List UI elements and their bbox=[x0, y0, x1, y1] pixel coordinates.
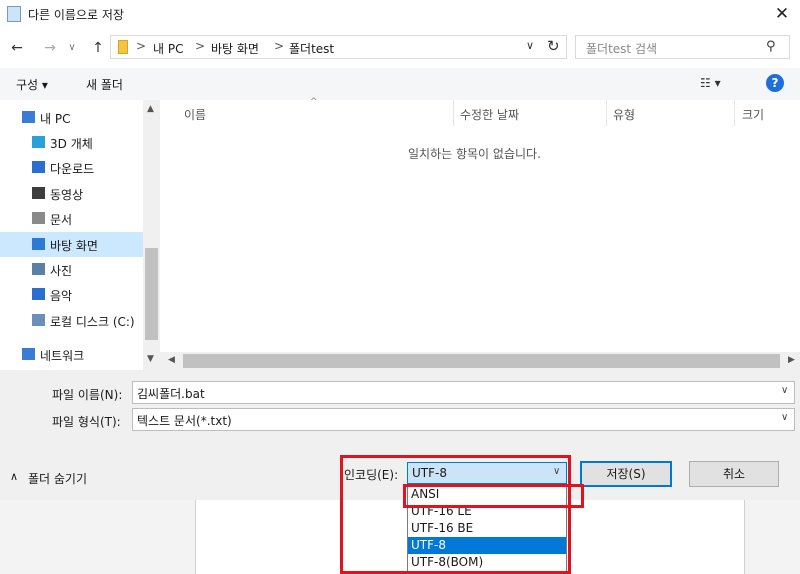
filetype-select[interactable]: 텍스트 문서(*.txt) ∨ bbox=[132, 408, 795, 431]
tree-item-label: 네트워크 bbox=[40, 349, 85, 363]
scroll-right-icon[interactable]: ▶ bbox=[788, 355, 795, 365]
background-area-right bbox=[745, 500, 800, 574]
music-icon bbox=[32, 288, 45, 300]
tree-item-label: 바탕 화면 bbox=[50, 239, 98, 253]
highlight-box-encoding bbox=[340, 455, 571, 574]
help-icon[interactable]: ? bbox=[766, 74, 784, 92]
tree-item[interactable]: 동영상 bbox=[0, 181, 143, 206]
column-divider[interactable] bbox=[606, 100, 607, 126]
new-folder-button[interactable]: 새 폴더 bbox=[86, 76, 123, 93]
scroll-left-icon[interactable]: ◀ bbox=[168, 355, 175, 365]
forward-button[interactable]: → bbox=[40, 38, 60, 58]
navigation-pane: 내 PC 3D 개체다운로드동영상문서바탕 화면사진음악로컬 디스크 (C:) 네트… bbox=[0, 100, 160, 370]
breadcrumb-separator: > bbox=[274, 39, 285, 53]
close-button[interactable]: ✕ bbox=[770, 2, 794, 26]
tree-item[interactable]: 음악 bbox=[0, 282, 143, 307]
filetype-value[interactable]: 텍스트 문서(*.txt) bbox=[137, 412, 232, 429]
back-button[interactable]: ← bbox=[7, 38, 27, 58]
view-options-button[interactable]: ☷ ▾ bbox=[700, 76, 721, 90]
tree-item[interactable]: 사진 bbox=[0, 257, 143, 282]
highlight-box-ansi bbox=[403, 484, 584, 508]
breadcrumb-separator: > bbox=[195, 39, 206, 53]
empty-message: 일치하는 항목이 없습니다. bbox=[408, 147, 541, 161]
tree-item[interactable]: 네트워크 bbox=[0, 342, 143, 367]
sort-indicator-icon: ^ bbox=[310, 97, 318, 107]
column-header-name[interactable]: 이름 bbox=[184, 106, 206, 123]
tree-item[interactable]: 내 PC bbox=[0, 105, 143, 130]
scroll-up-icon[interactable]: ▲ bbox=[147, 104, 154, 114]
tree-item[interactable]: 바탕 화면 bbox=[0, 232, 143, 257]
computer-icon bbox=[22, 111, 35, 123]
tree-item[interactable]: 로컬 디스크 (C:) bbox=[0, 308, 143, 333]
refresh-icon[interactable]: ↻ bbox=[547, 37, 560, 55]
network-icon bbox=[22, 348, 35, 360]
filename-value[interactable]: 김씨폴더.bat bbox=[137, 385, 205, 402]
address-bar[interactable]: > 내 PC > 바탕 화면 > 폴더test ∨ ↻ bbox=[110, 35, 567, 59]
tree-item-label: 문서 bbox=[50, 213, 73, 227]
breadcrumb-separator: > bbox=[136, 39, 147, 53]
tree-item[interactable]: 문서 bbox=[0, 206, 143, 231]
picture-icon bbox=[32, 263, 45, 275]
column-divider[interactable] bbox=[734, 100, 735, 126]
search-input[interactable]: 폴더test 검색 bbox=[586, 40, 657, 57]
chevron-down-icon[interactable]: ∨ bbox=[781, 385, 788, 396]
command-bar: 구성 ▾ 새 폴더 ☷ ▾ ? bbox=[0, 68, 800, 100]
column-divider[interactable] bbox=[453, 100, 454, 126]
chevron-down-icon[interactable]: ∨ bbox=[781, 412, 788, 423]
file-list: ^ 이름 수정한 날짜 유형 크기 일치하는 항목이 없습니다. bbox=[160, 97, 800, 352]
tree-item-label: 내 PC bbox=[40, 112, 71, 126]
film-icon bbox=[32, 187, 45, 199]
cancel-button[interactable]: 취소 bbox=[689, 461, 779, 487]
filename-field[interactable]: 김씨폴더.bat ∨ bbox=[132, 381, 795, 404]
breadcrumb-item[interactable]: 바탕 화면 bbox=[211, 40, 259, 57]
breadcrumb-item[interactable]: 폴더test bbox=[289, 40, 334, 57]
tree-item[interactable]: 다운로드 bbox=[0, 155, 143, 180]
tree-item-label: 다운로드 bbox=[50, 162, 95, 176]
up-button[interactable]: ↑ bbox=[88, 38, 108, 58]
window-title: 다른 이름으로 저장 bbox=[28, 8, 124, 22]
horizontal-scrollbar-thumb[interactable] bbox=[183, 354, 780, 368]
hide-folders-button[interactable]: 폴더 숨기기 bbox=[28, 470, 87, 487]
organize-button[interactable]: 구성 ▾ bbox=[16, 76, 48, 93]
scrollbar-thumb[interactable] bbox=[145, 248, 158, 340]
column-header-modified[interactable]: 수정한 날짜 bbox=[460, 106, 519, 123]
folder-icon bbox=[118, 40, 128, 54]
tree-item-label: 3D 개체 bbox=[50, 137, 93, 151]
title-bar: 다른 이름으로 저장 ✕ bbox=[0, 0, 800, 30]
drive-icon bbox=[32, 314, 45, 326]
address-dropdown-icon[interactable]: ∨ bbox=[526, 39, 534, 52]
filename-label: 파일 이름(N): bbox=[52, 388, 123, 402]
tree-item-label: 로컬 디스크 (C:) bbox=[50, 315, 135, 329]
search-box[interactable]: 폴더test 검색 ⚲ bbox=[575, 35, 790, 59]
chevron-up-icon[interactable]: ∧ bbox=[10, 470, 18, 483]
cube-icon bbox=[32, 136, 45, 148]
desktop-icon bbox=[32, 238, 45, 250]
scroll-down-icon[interactable]: ▼ bbox=[147, 354, 154, 364]
save-button[interactable]: 저장(S) bbox=[580, 461, 672, 487]
filetype-label: 파일 형식(T): bbox=[52, 415, 121, 429]
tree-item[interactable]: 3D 개체 bbox=[0, 130, 143, 155]
background-area bbox=[0, 500, 195, 574]
tree-item-label: 동영상 bbox=[50, 188, 84, 202]
download-icon bbox=[32, 161, 45, 173]
document-icon bbox=[32, 212, 45, 224]
column-header-size[interactable]: 크기 bbox=[742, 106, 764, 123]
tree-item-label: 음악 bbox=[50, 289, 73, 303]
column-header-type[interactable]: 유형 bbox=[613, 106, 635, 123]
tree-item-label: 사진 bbox=[50, 264, 73, 278]
recent-locations-button[interactable]: ∨ bbox=[62, 38, 82, 58]
breadcrumb-item[interactable]: 내 PC bbox=[153, 40, 183, 57]
search-icon[interactable]: ⚲ bbox=[766, 39, 776, 54]
notepad-icon bbox=[7, 6, 21, 22]
